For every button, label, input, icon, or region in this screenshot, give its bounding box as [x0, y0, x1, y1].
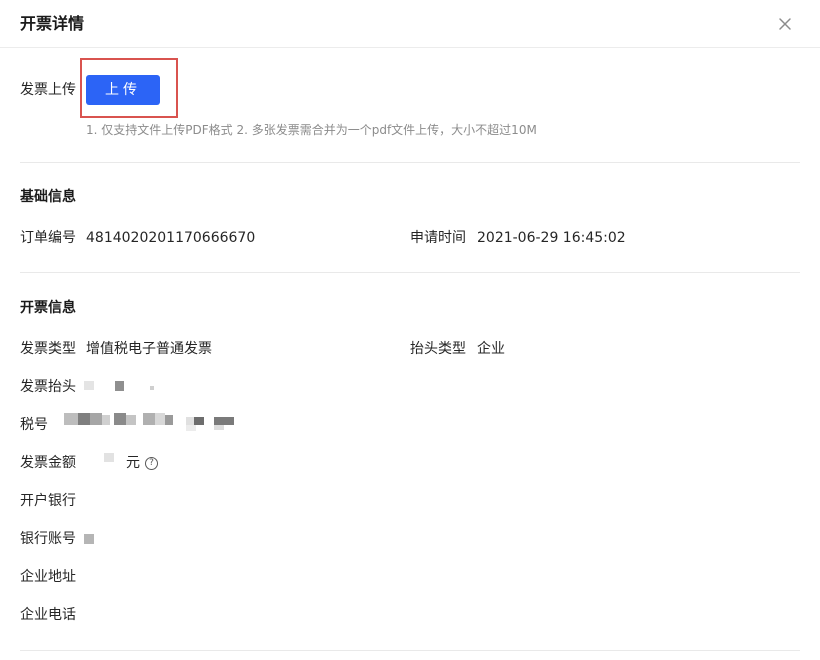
amount-unit: 元 — [126, 455, 140, 471]
section-title-basic-info: 基础信息 — [20, 189, 76, 205]
tax-no-label: 税号 — [20, 417, 48, 433]
header-type-value: 企业 — [477, 341, 505, 357]
address-label: 企业地址 — [20, 569, 76, 585]
upload-label: 发票上传 — [20, 82, 76, 98]
upload-hint: 1. 仅支持文件上传PDF格式 2. 多张发票需合并为一个pdf文件上传，大小不… — [86, 123, 537, 137]
invoice-header-label: 发票抬头 — [20, 379, 76, 395]
invoice-type-label: 发票类型 — [20, 341, 76, 357]
section-title-invoice-info: 开票信息 — [20, 300, 76, 316]
divider — [20, 272, 800, 273]
account-label: 银行账号 — [20, 531, 76, 547]
amount-label: 发票金额 — [20, 455, 76, 471]
close-icon[interactable] — [775, 14, 795, 34]
bank-label: 开户银行 — [20, 493, 76, 509]
dialog-title: 开票详情 — [20, 14, 85, 33]
question-circle-icon[interactable]: ? — [145, 457, 158, 470]
header-type-label: 抬头类型 — [410, 341, 466, 357]
apply-time-label: 申请时间 — [410, 230, 466, 246]
divider — [20, 162, 800, 163]
dialog-header: 开票详情 — [0, 0, 820, 48]
order-no-value: 4814020201170666670 — [86, 230, 256, 246]
apply-time-value: 2021-06-29 16:45:02 — [477, 230, 626, 246]
phone-label: 企业电话 — [20, 607, 76, 623]
invoice-type-value: 增值税电子普通发票 — [86, 341, 212, 357]
divider — [20, 650, 800, 651]
upload-button[interactable]: 上传 — [86, 75, 160, 105]
order-no-label: 订单编号 — [20, 230, 76, 246]
